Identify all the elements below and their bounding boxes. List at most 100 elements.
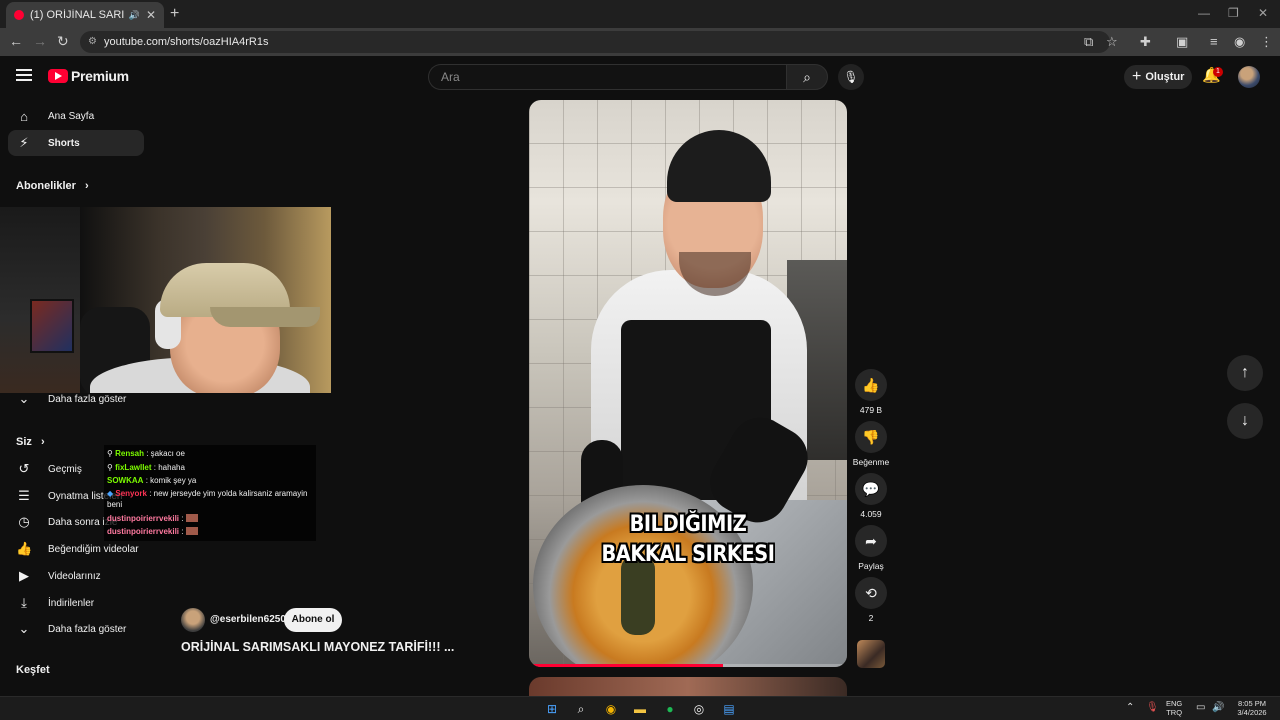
address-bar[interactable]: ⚙ youtube.com/shorts/oazHIA4rR1s [80, 31, 1110, 53]
channel-handle[interactable]: @eserbilen6250 [210, 614, 286, 625]
create-label: Oluştur [1145, 71, 1185, 83]
chat-text: : komik şey ya [145, 476, 197, 485]
clock[interactable]: 8:05 PM 3/4/2026 [1230, 699, 1274, 717]
speaker-icon: 🔊 [128, 9, 140, 20]
new-tab-button[interactable]: + [170, 5, 179, 23]
network-icon[interactable]: ▭ [1196, 702, 1205, 713]
back-arrow-icon[interactable]: ← [9, 33, 23, 49]
microphone-tray-icon[interactable]: 🎙 [1146, 702, 1159, 713]
share-button[interactable]: ➦ [855, 525, 887, 557]
chat-message: ⚲ Rensah : şakacı oe [107, 447, 313, 461]
search-input[interactable]: Ara [428, 64, 786, 90]
close-window-button[interactable]: ✕ [1258, 6, 1268, 20]
search-button[interactable]: ⌕ [786, 64, 828, 90]
windows-start-icon[interactable]: ⊞ [543, 700, 561, 718]
sound-thumbnail[interactable] [857, 640, 885, 668]
chat-username: dustinpoirierrvekili [107, 527, 180, 536]
chat-message: ⚲ fixLawllet : hahaha [107, 461, 313, 475]
previous-short-button[interactable]: ↑ [1227, 355, 1263, 391]
like-button[interactable]: 👍 [855, 369, 887, 401]
notepad-icon[interactable]: ▤ [720, 700, 738, 718]
language-code: ENG [1166, 699, 1183, 708]
split-view-icon[interactable]: ▣ [1176, 34, 1188, 50]
video-caption-line: BILDIĞIMIZ [629, 512, 747, 537]
sidebar: ⌂ Ana Sayfa ⚡ Shorts Abonelikler › ⌄ Dah… [0, 98, 152, 696]
forward-arrow-icon[interactable]: → [33, 33, 47, 49]
tab-close-icon[interactable]: ✕ [146, 8, 156, 22]
chat-message: dustinpoirierrvekili : [107, 525, 313, 539]
home-icon: ⌂ [20, 108, 28, 124]
playlist-icon: ☰ [18, 488, 30, 503]
sidebar-item-label: Videolarınız [48, 570, 101, 582]
youtube-header: Premium Ara ⌕ 🎙 + Oluştur 🔔 [0, 56, 1280, 98]
sidebar-item-downloads[interactable]: ⤓ İndirilenler [8, 590, 144, 616]
short-title[interactable]: ORİJİNAL SARIMSAKLI MAYONEZ TARİFİ!!! ..… [181, 640, 454, 654]
chat-message: dustinpoirierrvekili : [107, 512, 313, 526]
remix-icon: ⟲ [865, 585, 877, 601]
subscriptions-heading[interactable]: Abonelikler › [16, 180, 89, 192]
tab-title: (1) ORİJİNAL SARIMSAKLI MAYONEZ TARİFİ!!… [30, 9, 125, 21]
emote-icon [185, 527, 198, 535]
volume-icon[interactable]: 🔊 [1212, 702, 1224, 713]
sidebar-item-label: Daha fazla göster [48, 623, 127, 635]
bookmark-star-icon[interactable]: ☆ [1106, 34, 1118, 50]
account-avatar[interactable] [1238, 66, 1260, 88]
maximize-button[interactable]: ❐ [1228, 6, 1239, 20]
video-progress-fill [529, 664, 723, 667]
microphone-icon: 🎙 [843, 70, 859, 84]
chevron-right-icon: › [84, 180, 89, 192]
windows-taskbar: ⊞ ⌕ ◉ ▬ ● ◎ ▤ ⌃ 🎙 ENG TRQ ▭ 🔊 8:05 PM 3/… [0, 696, 1280, 720]
explore-label: Keşfet [16, 664, 50, 676]
next-short-preview[interactable] [529, 677, 847, 696]
browser-menu-icon[interactable]: ⋮ [1260, 34, 1273, 50]
remix-button[interactable]: ⟲ [855, 577, 887, 609]
file-explorer-icon[interactable]: ▬ [631, 700, 649, 718]
cap-brim [210, 307, 320, 327]
clock-time: 8:05 PM [1238, 699, 1266, 708]
chat-username: Senyork [115, 488, 147, 498]
sidebar-item-label: Ana Sayfa [48, 110, 95, 122]
browser-tab[interactable]: (1) ORİJİNAL SARIMSAKLI MAYONEZ TARİFİ!!… [6, 2, 164, 28]
share-icon: ➦ [865, 533, 877, 549]
extensions-icon[interactable]: ✚ [1140, 34, 1151, 50]
obs-icon[interactable]: ◎ [690, 700, 708, 718]
you-heading[interactable]: Siz › [16, 436, 45, 448]
channel-avatar[interactable] [181, 608, 205, 632]
video-icon: ▶ [19, 568, 29, 583]
keyboard-layout: TRQ [1166, 708, 1183, 717]
shorts-video-player[interactable]: BILDIĞIMIZ BAKKAL SIRKESI [529, 100, 847, 667]
browser-tab-strip: (1) ORİJİNAL SARIMSAKLI MAYONEZ TARİFİ!!… [0, 0, 1280, 28]
media-controls-icon[interactable]: ≡ [1210, 34, 1218, 49]
thumbs-up-icon: 👍 [862, 377, 880, 393]
input-language[interactable]: ENG TRQ [1166, 699, 1182, 717]
profile-icon[interactable]: ◉ [1234, 34, 1245, 50]
sidebar-item-home[interactable]: ⌂ Ana Sayfa [8, 103, 144, 129]
chat-username: Rensah [115, 449, 144, 458]
voice-search-button[interactable]: 🎙 [838, 64, 864, 90]
chrome-icon[interactable]: ◉ [602, 700, 620, 718]
notification-badge: 1 [1213, 67, 1223, 77]
spotify-icon[interactable]: ● [661, 700, 679, 718]
next-short-button[interactable]: ↓ [1227, 403, 1263, 439]
reload-icon[interactable]: ↻ [57, 33, 69, 50]
install-app-icon[interactable]: ⧉ [1084, 34, 1093, 50]
arrow-down-icon: ↓ [1241, 412, 1249, 429]
vinegar-bottle [621, 555, 655, 635]
url-text: youtube.com/shorts/oazHIA4rR1s [104, 36, 269, 48]
dislike-button[interactable]: 👎 [855, 421, 887, 453]
comments-button[interactable]: 💬 [855, 473, 887, 505]
minimize-button[interactable]: — [1198, 6, 1210, 20]
sidebar-item-your-videos[interactable]: ▶ Videolarınız [8, 563, 144, 589]
menu-icon[interactable] [16, 69, 32, 81]
plus-icon: + [1132, 68, 1142, 85]
show-more-you[interactable]: ⌄ Daha fazla göster [8, 616, 144, 642]
taskbar-search-icon[interactable]: ⌕ [572, 700, 590, 718]
create-button[interactable]: + Oluştur [1124, 65, 1192, 89]
sidebar-item-shorts[interactable]: ⚡ Shorts [8, 130, 144, 156]
site-info-icon[interactable]: ⚙ [88, 31, 97, 53]
history-icon: ↺ [18, 461, 30, 476]
subscribe-button[interactable]: Abone ol [284, 608, 342, 632]
tray-overflow-icon[interactable]: ⌃ [1126, 702, 1134, 713]
youtube-premium-logo[interactable]: Premium [48, 68, 129, 84]
thumbs-down-icon: 👎 [862, 429, 880, 445]
